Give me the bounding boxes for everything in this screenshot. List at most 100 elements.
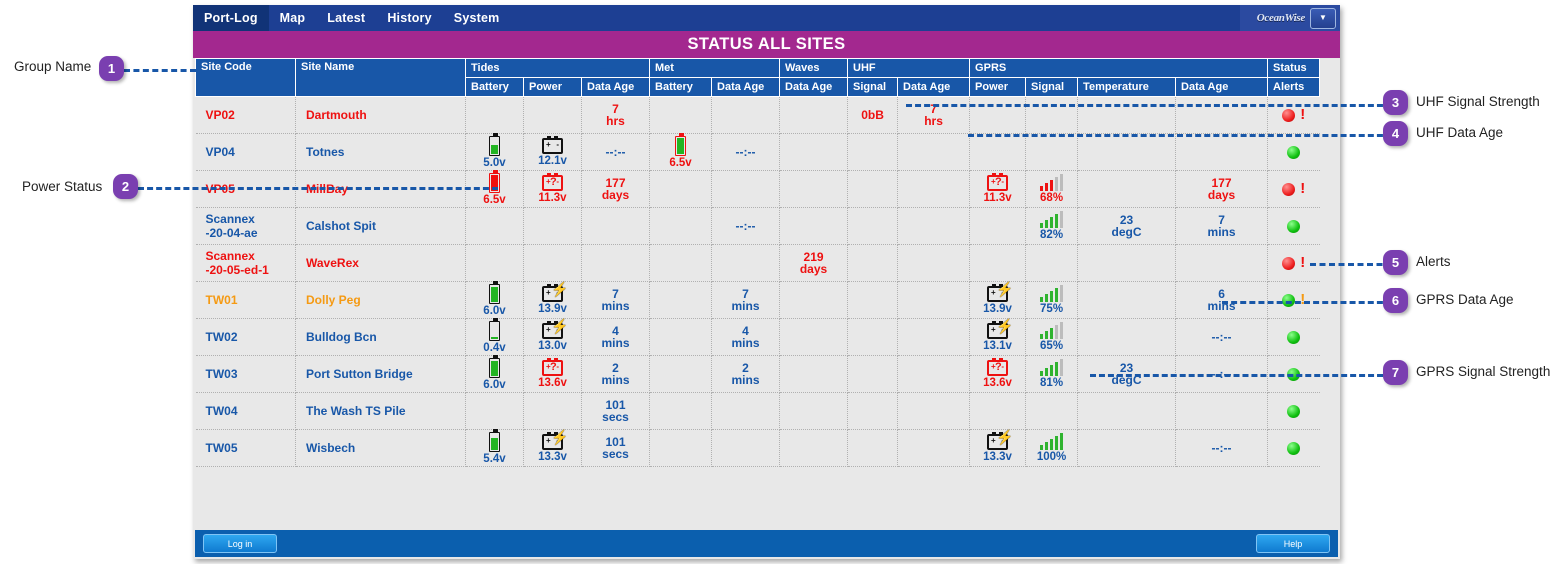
header-site-name[interactable]: Site Name (295, 58, 466, 97)
battery-icon (489, 428, 500, 452)
cell-site-code[interactable]: TW05 (195, 429, 296, 467)
cell-site-code[interactable]: VP04 (195, 133, 296, 171)
annotation-label-7: GPRS Signal Strength (1416, 364, 1551, 379)
nav-item-system[interactable]: System (443, 5, 511, 31)
cell-site-name[interactable]: Wisbech (295, 429, 466, 467)
cell-gprs-temperature (1077, 429, 1177, 467)
login-button[interactable]: Log in (203, 534, 277, 553)
cell-status-alerts[interactable] (1267, 318, 1320, 356)
annotation-leader-2 (138, 187, 498, 190)
table-row[interactable]: VP04 Totnes 5.0v + -12.1v --:-- 6.5v --:-- (195, 132, 1320, 171)
cell-site-name[interactable]: Totnes (295, 133, 466, 171)
header-gprs-signal[interactable]: Signal (1025, 77, 1079, 97)
cell-status-alerts[interactable] (1267, 429, 1320, 467)
cell-waves-data-age (779, 133, 849, 171)
help-button[interactable]: Help (1256, 534, 1330, 553)
power-icon: + - ⚡ (542, 430, 568, 450)
table-row[interactable]: TW02 Bulldog Bcn 0.4v + - ⚡ 13.0v 4 mins 4 mins + - ⚡… (195, 317, 1320, 356)
cell-gprs-data-age (1175, 96, 1269, 134)
cell-site-name[interactable]: Dolly Peg (295, 281, 466, 319)
cell-gprs-temperature: 23 degC (1077, 207, 1177, 245)
table-row[interactable]: Scannex -20-05-ed-1 WaveRex 219 days! (195, 244, 1320, 282)
status-table-container: Site Code Site Name Tides Met Waves UHF … (193, 58, 1340, 467)
header-label: Battery (655, 81, 693, 93)
cell-tides-data-age: 4 mins (581, 318, 651, 356)
cell-uhf-signal (847, 392, 899, 430)
cell-site-name[interactable]: Dartmouth (295, 96, 466, 134)
nav-item-port-log[interactable]: Port-Log (193, 5, 269, 31)
header-status-alerts[interactable]: Alerts (1267, 77, 1321, 97)
header-gprs-power[interactable]: Power (969, 77, 1027, 97)
header-label: Signal (853, 81, 887, 93)
table-row[interactable]: TW05 Wisbech 5.4v + - ⚡ 13.3v 101 secs + - ⚡ 13.3v 10… (195, 428, 1320, 467)
header-uhf-data-age[interactable]: Data Age (897, 77, 971, 97)
cell-site-code[interactable]: Scannex -20-05-ed-1 (195, 244, 296, 282)
cell-gprs-data-age: 6 mins (1175, 281, 1269, 319)
table-row[interactable]: TW01 Dolly Peg 6.0v + - ⚡ 13.9v 7 mins 7 mins + - ⚡ 13… (195, 280, 1320, 319)
cell-site-code[interactable]: VP02 (195, 96, 296, 134)
cell-tides-battery: 6.0v (465, 280, 524, 319)
cell-site-code[interactable]: TW01 (195, 281, 296, 319)
cell-status-alerts[interactable]: ! (1267, 170, 1320, 208)
header-waves-data-age[interactable]: Data Age (779, 77, 849, 97)
cell-site-code[interactable]: TW03 (195, 355, 296, 393)
table-row[interactable]: Scannex -20-04-ae Calshot Spit --:-- 82% 23 de… (195, 207, 1320, 245)
cell-waves-data-age (779, 355, 849, 393)
cell-gprs-signal: 68% (1025, 170, 1079, 208)
nav-label: Map (279, 11, 306, 25)
nav-item-latest[interactable]: Latest (316, 5, 376, 31)
cell-site-code[interactable]: TW02 (195, 318, 296, 356)
header-uhf-signal[interactable]: Signal (847, 77, 899, 97)
cell-gprs-signal: 65% (1025, 318, 1079, 356)
table-row[interactable]: VP02 Dartmouth 7 hrs 0bB 7 hrs! (195, 96, 1320, 134)
header-label: Temperature (1083, 81, 1149, 93)
chevron-down-icon[interactable]: ▼ (1310, 7, 1336, 29)
table-row[interactable]: TW04 The Wash TS Pile 101 secs (195, 392, 1320, 430)
cell-tides-power (523, 207, 582, 245)
cell-site-name[interactable]: Calshot Spit (295, 207, 466, 245)
header-tides-battery[interactable]: Battery (465, 77, 524, 97)
cell-met-data-age: --:-- (711, 133, 781, 171)
cell-met-data-age: --:-- (711, 207, 781, 245)
cell-site-name[interactable]: The Wash TS Pile (295, 392, 466, 430)
value-label: 75% (1040, 303, 1064, 315)
cell-gprs-temperature (1077, 392, 1177, 430)
cell-status-alerts[interactable] (1267, 207, 1320, 245)
value-label: 13.9v (538, 302, 567, 315)
cell-waves-data-age (779, 281, 849, 319)
nav-item-map[interactable]: Map (269, 5, 317, 31)
cell-status-alerts[interactable] (1267, 392, 1320, 430)
cell-site-name[interactable]: WaveRex (295, 244, 466, 282)
nav-item-history[interactable]: History (376, 5, 442, 31)
cell-status-alerts[interactable]: ! (1267, 96, 1320, 134)
cell-gprs-signal: 75% (1025, 281, 1079, 319)
value-label: 13.1v (983, 339, 1012, 352)
header-gprs-data-age[interactable]: Data Age (1175, 77, 1269, 97)
signal-strength-icon (1039, 433, 1064, 450)
alert-exclamation-icon: ! (1300, 291, 1306, 308)
cell-site-name[interactable]: Bulldog Bcn (295, 318, 466, 356)
header-label: Data Age (1181, 81, 1229, 93)
status-table: Site Code Site Name Tides Met Waves UHF … (195, 58, 1321, 467)
header-met-data-age[interactable]: Data Age (711, 77, 781, 97)
header-met-battery[interactable]: Battery (649, 77, 713, 97)
value-label: 11.3v (983, 191, 1012, 204)
header-label: Power (975, 81, 1009, 93)
header-tides-power[interactable]: Power (523, 77, 582, 97)
status-indicator-dot (1287, 219, 1301, 233)
cell-met-battery (649, 392, 713, 430)
header-site-code[interactable]: Site Code (195, 58, 296, 97)
cell-site-code[interactable]: Scannex -20-04-ae (195, 207, 296, 245)
application-window: Port-Log Map Latest History System Ocean… (193, 5, 1340, 559)
value-label: 100% (1036, 451, 1067, 463)
cell-met-battery (649, 429, 713, 467)
cell-site-name[interactable]: Port Sutton Bridge (295, 355, 466, 393)
header-tides-data-age[interactable]: Data Age (580, 77, 651, 97)
cell-status-alerts[interactable] (1267, 133, 1320, 171)
cell-status-alerts[interactable]: ! (1267, 281, 1320, 319)
header-gprs-temperature[interactable]: Temperature (1077, 77, 1177, 97)
cell-waves-data-age (779, 207, 849, 245)
cell-site-code[interactable]: TW04 (195, 392, 296, 430)
table-group-header-row: Site Code Site Name Tides Met Waves UHF … (195, 58, 1321, 97)
page-title-bar: STATUS ALL SITES (193, 31, 1340, 58)
